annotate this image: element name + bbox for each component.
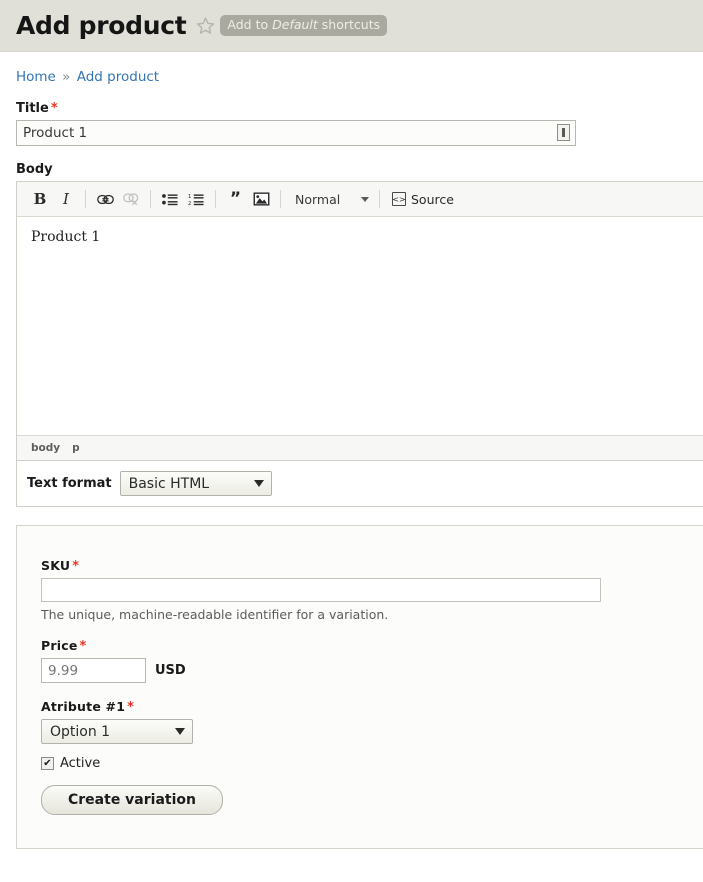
product-variation-panel: SKU * The unique, machine-readable identi…	[16, 525, 703, 849]
chevron-down-icon	[175, 728, 185, 735]
sku-required-marker: *	[72, 559, 80, 574]
create-variation-button[interactable]: Create variation	[41, 785, 223, 815]
price-field-label: Price *	[41, 638, 703, 654]
sku-description: The unique, machine-readable identifier …	[41, 607, 389, 622]
sku-field-label: SKU *	[41, 558, 703, 574]
toolbar-separator	[85, 190, 86, 208]
star-outline-icon[interactable]	[195, 16, 215, 36]
chevron-down-icon	[361, 196, 369, 202]
add-to-shortcuts-button[interactable]: Add to Default shortcuts	[220, 15, 388, 36]
image-icon[interactable]	[248, 187, 274, 211]
create-variation-row: Create variation	[41, 771, 703, 815]
title-field-row	[16, 120, 576, 146]
text-format-label: Text format	[27, 476, 112, 491]
editor-toolbar: B I 1 2 ” Normal <> Source	[17, 182, 703, 217]
element-path-body[interactable]: body	[31, 442, 60, 454]
unlink-icon[interactable]	[118, 187, 144, 211]
title-field-label: Title *	[16, 101, 703, 116]
italic-button[interactable]: I	[53, 187, 79, 211]
sku-input[interactable]	[41, 578, 601, 602]
svg-text:1: 1	[188, 194, 191, 200]
element-path-p[interactable]: p	[72, 442, 80, 454]
svg-text:2: 2	[188, 200, 191, 205]
text-format-select[interactable]: Basic HTML	[119, 471, 272, 496]
price-required-marker: *	[79, 639, 87, 654]
bulleted-list-icon[interactable]	[157, 187, 183, 211]
page-header: Add product Add to Default shortcuts	[0, 0, 703, 52]
active-checkbox[interactable]: ✔	[41, 757, 54, 770]
price-field-row: USD	[41, 658, 703, 683]
toolbar-separator	[215, 190, 216, 208]
title-input[interactable]	[16, 120, 576, 146]
shortcut-prefix: Add to	[227, 17, 269, 33]
page-title: Add product	[16, 11, 187, 40]
attribute-required-marker: *	[127, 700, 135, 715]
link-icon[interactable]	[92, 187, 118, 211]
toolbar-separator	[150, 190, 151, 208]
machine-name-icon[interactable]	[557, 124, 570, 141]
breadcrumb-link-current[interactable]: Add product	[77, 69, 159, 85]
editor-element-path: body p	[17, 435, 703, 460]
title-label-text: Title	[16, 101, 49, 116]
chevron-down-icon	[253, 480, 264, 487]
product-form: Title* Body B I	[0, 101, 703, 507]
text-format-row: Text format Basic HTML	[16, 461, 703, 507]
breadcrumb-link-home[interactable]: Home	[16, 69, 56, 85]
breadcrumb-separator: »	[62, 69, 71, 85]
price-input[interactable]	[41, 658, 146, 683]
active-checkbox-label: Active	[60, 756, 101, 771]
body-rich-text-editor: B I 1 2 ” Normal <> Source Product 1 bod…	[16, 181, 703, 461]
price-label-text: Price	[41, 638, 78, 653]
attribute-value: Option 1	[50, 723, 111, 740]
price-currency-label: USD	[155, 663, 186, 678]
breadcrumb: Home » Add product	[0, 52, 703, 85]
shortcut-emphasis: Default	[272, 17, 318, 33]
blockquote-icon[interactable]: ”	[222, 187, 248, 211]
active-checkbox-row[interactable]: ✔ Active	[41, 756, 703, 771]
editor-paragraph: Product 1	[31, 229, 101, 245]
source-button[interactable]: <> Source	[386, 187, 460, 211]
text-format-value: Basic HTML	[128, 475, 210, 492]
toolbar-separator	[280, 190, 281, 208]
sku-label-text: SKU	[41, 558, 71, 573]
numbered-list-icon[interactable]: 1 2	[183, 187, 209, 211]
body-field-label: Body	[16, 162, 53, 177]
paragraph-format-value: Normal	[295, 191, 341, 207]
attribute-select[interactable]: Option 1	[41, 719, 193, 744]
attribute-label-text: Atribute #1	[41, 699, 126, 714]
paragraph-format-dropdown[interactable]: Normal	[287, 187, 373, 211]
shortcut-suffix: shortcuts	[321, 17, 381, 33]
source-code-icon: <>	[392, 192, 406, 206]
editor-content-area[interactable]: Product 1	[17, 217, 703, 435]
attribute-field-label: Atribute #1 *	[41, 699, 703, 715]
toolbar-separator	[379, 190, 380, 208]
bold-button[interactable]: B	[27, 187, 53, 211]
source-button-label: Source	[411, 191, 454, 207]
title-required-marker: *	[50, 101, 58, 116]
